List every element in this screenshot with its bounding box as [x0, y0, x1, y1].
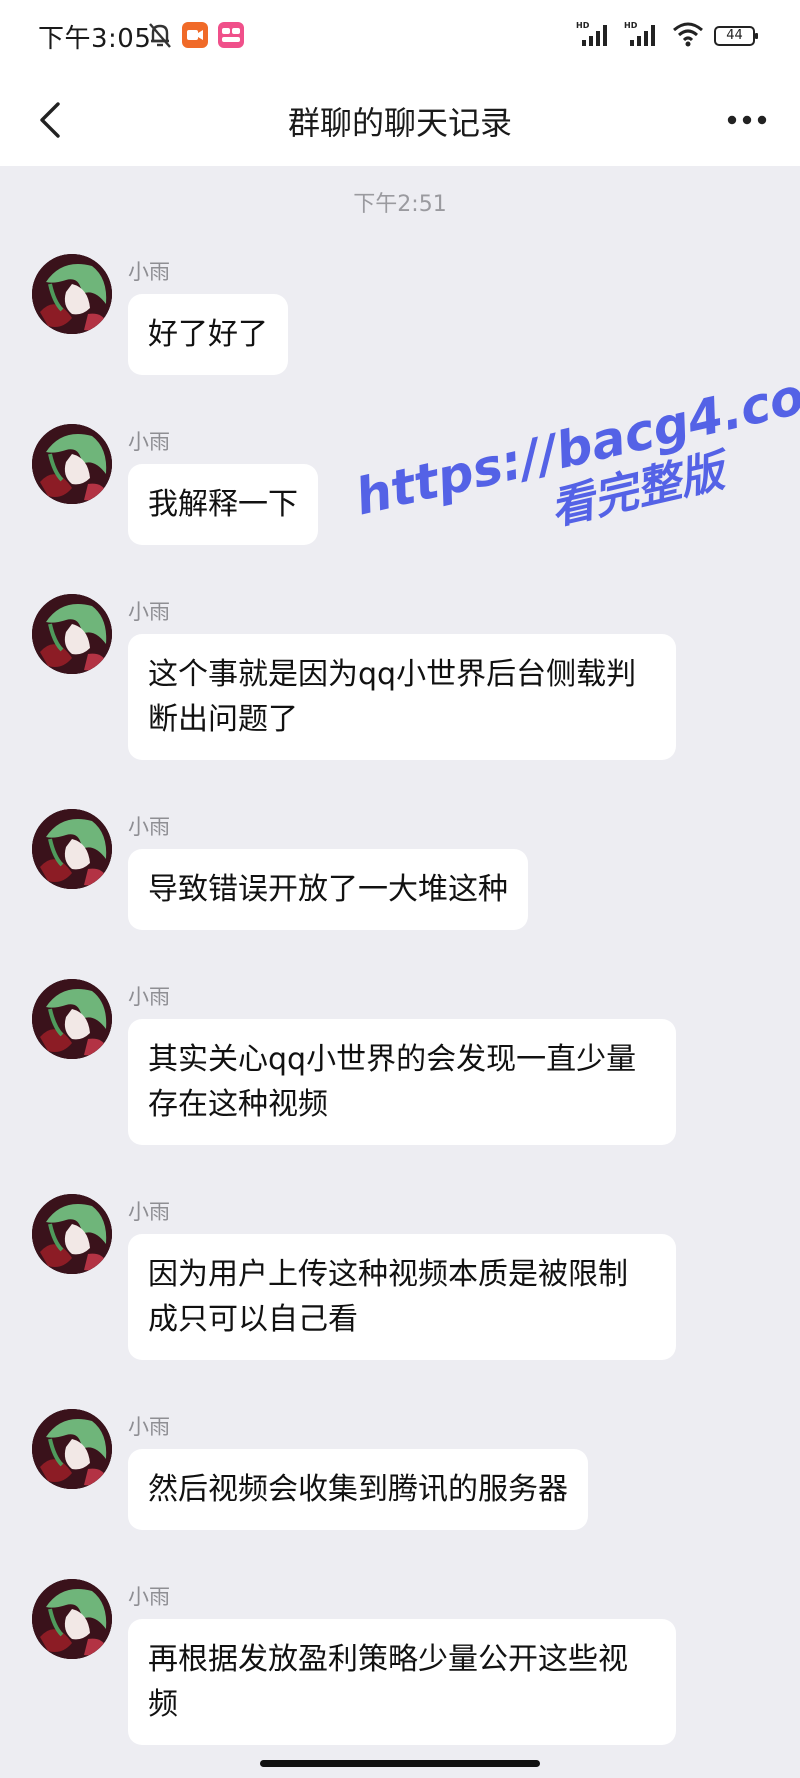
signal-icon-2: HD — [624, 20, 662, 52]
sender-name: 小雨 — [128, 600, 170, 624]
sender-name: 小雨 — [128, 1415, 170, 1439]
status-icons-left — [148, 21, 244, 53]
nav-bar: 群聊的聊天记录 — [0, 74, 800, 166]
sender-name: 小雨 — [128, 260, 170, 284]
message-bubble[interactable]: 这个事就是因为qq小世界后台侧载判断出问题了 — [128, 634, 676, 760]
svg-text:HD: HD — [624, 21, 638, 30]
battery-icon: 44 — [714, 24, 760, 48]
chat-timestamp: 下午2:51 — [353, 192, 447, 217]
status-time: 下午3:05 — [38, 24, 152, 54]
avatar[interactable] — [32, 1194, 112, 1274]
message-bubble[interactable]: 其实关心qq小世界的会发现一直少量存在这种视频 — [128, 1019, 676, 1145]
message-bubble[interactable]: 好了好了 — [128, 294, 288, 375]
message-bubble[interactable]: 我解释一下 — [128, 464, 318, 545]
avatar[interactable] — [32, 1579, 112, 1659]
svg-text:HD: HD — [576, 21, 590, 30]
more-button[interactable] — [720, 100, 774, 140]
wifi-icon — [672, 20, 704, 52]
message-bubble[interactable]: 因为用户上传这种视频本质是被限制成只可以自己看 — [128, 1234, 676, 1360]
page-title: 群聊的聊天记录 — [287, 104, 512, 142]
avatar[interactable] — [32, 594, 112, 674]
mute-bell-icon — [148, 21, 172, 53]
avatar[interactable] — [32, 979, 112, 1059]
sender-name: 小雨 — [128, 985, 170, 1009]
avatar[interactable] — [32, 254, 112, 334]
avatar[interactable] — [32, 1409, 112, 1489]
message-bubble[interactable]: 导致错误开放了一大堆这种 — [128, 849, 528, 930]
video-app-icon — [182, 22, 208, 52]
sender-name: 小雨 — [128, 815, 170, 839]
sender-name: 小雨 — [128, 1585, 170, 1609]
status-bar: 下午3:05 HD HD 44 — [0, 0, 800, 74]
message-bubble[interactable]: 然后视频会收集到腾讯的服务器 — [128, 1449, 588, 1530]
avatar[interactable] — [32, 424, 112, 504]
signal-icon-1: HD — [576, 20, 614, 52]
status-icons-right: HD HD 44 — [576, 20, 760, 52]
message-bubble[interactable]: 再根据发放盈利策略少量公开这些视频 — [128, 1619, 676, 1745]
pink-app-icon — [218, 22, 244, 52]
more-horizontal-icon — [727, 115, 767, 125]
avatar[interactable] — [32, 809, 112, 889]
home-indicator[interactable] — [260, 1760, 540, 1767]
battery-level: 44 — [726, 28, 743, 43]
sender-name: 小雨 — [128, 1200, 170, 1224]
sender-name: 小雨 — [128, 430, 170, 454]
chat-area[interactable]: 下午2:51 小雨 好了好了 小雨 我解释一下 小雨 这个事就是因为qq小世界后… — [0, 166, 800, 1778]
